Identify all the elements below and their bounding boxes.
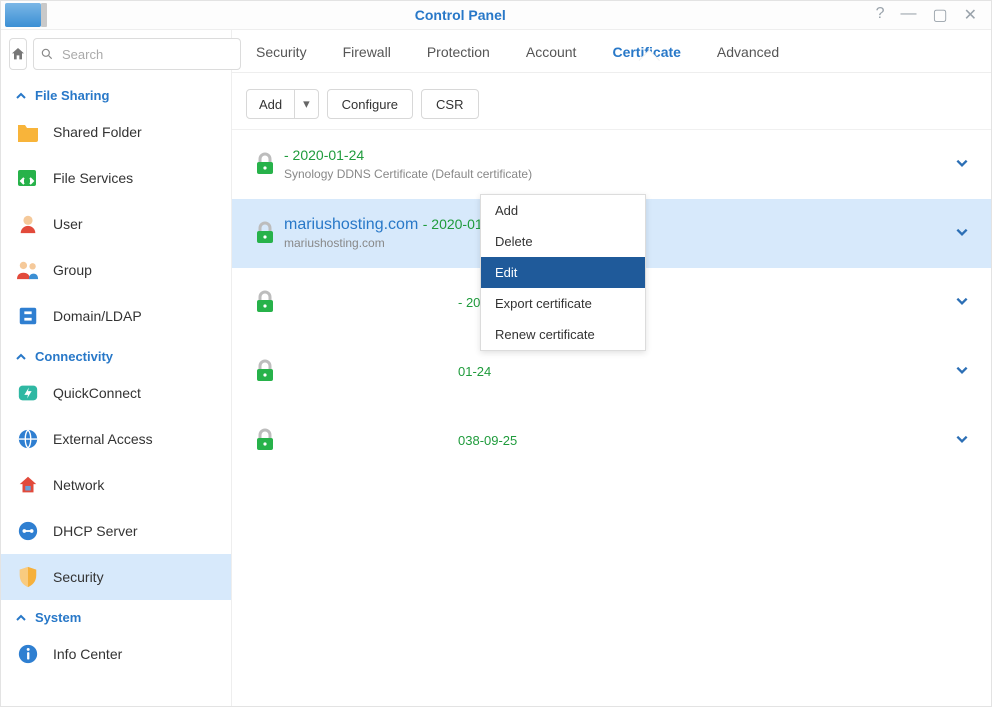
tab-protection[interactable]: Protection	[409, 30, 508, 72]
category-label: File Sharing	[35, 88, 109, 103]
sidebar-item-label: QuickConnect	[53, 385, 141, 401]
sidebar-item-label: Security	[53, 569, 104, 585]
titlebar: Control Panel ? — ▢ ✕	[1, 1, 991, 30]
certificate-date: 01-24	[284, 364, 947, 379]
chevron-down-icon[interactable]	[947, 294, 977, 311]
certificate-subtitle: Synology DDNS Certificate (Default certi…	[284, 167, 947, 181]
certificate-row[interactable]: 038-09-25	[232, 406, 991, 475]
sidebar-item-group[interactable]: Group	[1, 247, 231, 293]
lock-icon	[246, 221, 284, 245]
toolbar: Add ▾ Configure CSR	[232, 73, 991, 130]
domain-ldap-icon	[15, 303, 41, 329]
sidebar-item-dhcp[interactable]: DHCP Server	[1, 508, 231, 554]
external-access-icon	[15, 426, 41, 452]
category-connectivity[interactable]: Connectivity	[1, 339, 231, 370]
add-button-label: Add	[247, 91, 294, 118]
lock-icon	[246, 152, 284, 176]
sidebar-item-shared-folder[interactable]: Shared Folder	[1, 109, 231, 155]
minimize-icon[interactable]: —	[900, 5, 916, 25]
lock-icon	[246, 290, 284, 314]
sidebar-item-label: Info Center	[53, 646, 122, 662]
home-button[interactable]	[9, 38, 27, 70]
user-icon	[15, 211, 41, 237]
category-label: System	[35, 610, 81, 625]
sidebar: File Sharing Shared Folder File Services…	[1, 30, 232, 706]
chevron-down-icon[interactable]	[947, 363, 977, 380]
chevron-down-icon[interactable]	[947, 156, 977, 173]
tab-certificate[interactable]: Certificate	[594, 30, 698, 72]
context-menu-edit[interactable]: Edit	[481, 257, 645, 288]
certificate-list: - 2020-01-24 Synology DDNS Certificate (…	[232, 130, 991, 706]
sidebar-item-label: Group	[53, 262, 92, 278]
context-menu-export[interactable]: Export certificate	[481, 288, 645, 319]
help-icon[interactable]: ?	[876, 5, 885, 25]
chevron-down-icon[interactable]: ▾	[294, 90, 318, 118]
network-icon	[15, 472, 41, 498]
quickconnect-icon	[15, 380, 41, 406]
sidebar-item-info-center[interactable]: Info Center	[1, 631, 231, 677]
app-icon	[5, 3, 41, 27]
sidebar-item-label: File Services	[53, 170, 133, 186]
tab-advanced[interactable]: Advanced	[699, 30, 797, 72]
context-menu: Add Delete Edit Export certificate Renew…	[480, 194, 646, 351]
chevron-up-icon	[15, 90, 27, 102]
sidebar-item-network[interactable]: Network	[1, 462, 231, 508]
certificate-row[interactable]: - 2020-01-24 Synology DDNS Certificate (…	[232, 130, 991, 199]
sidebar-item-external-access[interactable]: External Access	[1, 416, 231, 462]
sidebar-item-label: Network	[53, 477, 104, 493]
context-menu-renew[interactable]: Renew certificate	[481, 319, 645, 350]
csr-button[interactable]: CSR	[421, 89, 478, 119]
maximize-icon[interactable]: ▢	[932, 5, 947, 25]
tab-firewall[interactable]: Firewall	[325, 30, 409, 72]
sidebar-item-label: External Access	[53, 431, 153, 447]
search-icon	[40, 47, 54, 61]
shield-icon	[15, 564, 41, 590]
window-title: Control Panel	[45, 7, 876, 23]
sidebar-nav[interactable]: File Sharing Shared Folder File Services…	[1, 78, 231, 706]
sidebar-item-label: Shared Folder	[53, 124, 142, 140]
tab-security[interactable]: Security	[238, 30, 325, 72]
close-icon[interactable]: ✕	[964, 5, 977, 25]
add-button[interactable]: Add ▾	[246, 89, 319, 119]
group-icon	[15, 257, 41, 283]
tab-bar: Security Firewall Protection Account Cer…	[232, 30, 991, 73]
sidebar-item-label: User	[53, 216, 83, 232]
chevron-up-icon	[15, 351, 27, 363]
sidebar-item-user[interactable]: User	[1, 201, 231, 247]
category-file-sharing[interactable]: File Sharing	[1, 78, 231, 109]
context-menu-add[interactable]: Add	[481, 195, 645, 226]
context-menu-delete[interactable]: Delete	[481, 226, 645, 257]
tab-account[interactable]: Account	[508, 30, 595, 72]
category-system[interactable]: System	[1, 600, 231, 631]
certificate-date: - 2020-01-24	[284, 147, 364, 163]
search-input[interactable]	[60, 46, 240, 63]
folder-icon	[15, 119, 41, 145]
certificate-date: 038-09-25	[284, 433, 947, 448]
configure-button[interactable]: Configure	[327, 89, 413, 119]
sidebar-item-label: Domain/LDAP	[53, 308, 142, 324]
category-label: Connectivity	[35, 349, 113, 364]
chevron-down-icon[interactable]	[947, 225, 977, 242]
chevron-down-icon[interactable]	[947, 432, 977, 449]
main-panel: Security Firewall Protection Account Cer…	[232, 30, 991, 706]
lock-icon	[246, 359, 284, 383]
sidebar-item-file-services[interactable]: File Services	[1, 155, 231, 201]
dhcp-icon	[15, 518, 41, 544]
info-icon	[15, 641, 41, 667]
sidebar-item-domain-ldap[interactable]: Domain/LDAP	[1, 293, 231, 339]
lock-icon	[246, 428, 284, 452]
sidebar-item-quickconnect[interactable]: QuickConnect	[1, 370, 231, 416]
chevron-up-icon	[15, 612, 27, 624]
search-field[interactable]	[33, 38, 241, 70]
home-icon	[10, 46, 26, 62]
sidebar-item-security[interactable]: Security	[1, 554, 231, 600]
sidebar-item-label: DHCP Server	[53, 523, 138, 539]
certificate-title: mariushosting.com	[284, 216, 418, 233]
file-services-icon	[15, 165, 41, 191]
